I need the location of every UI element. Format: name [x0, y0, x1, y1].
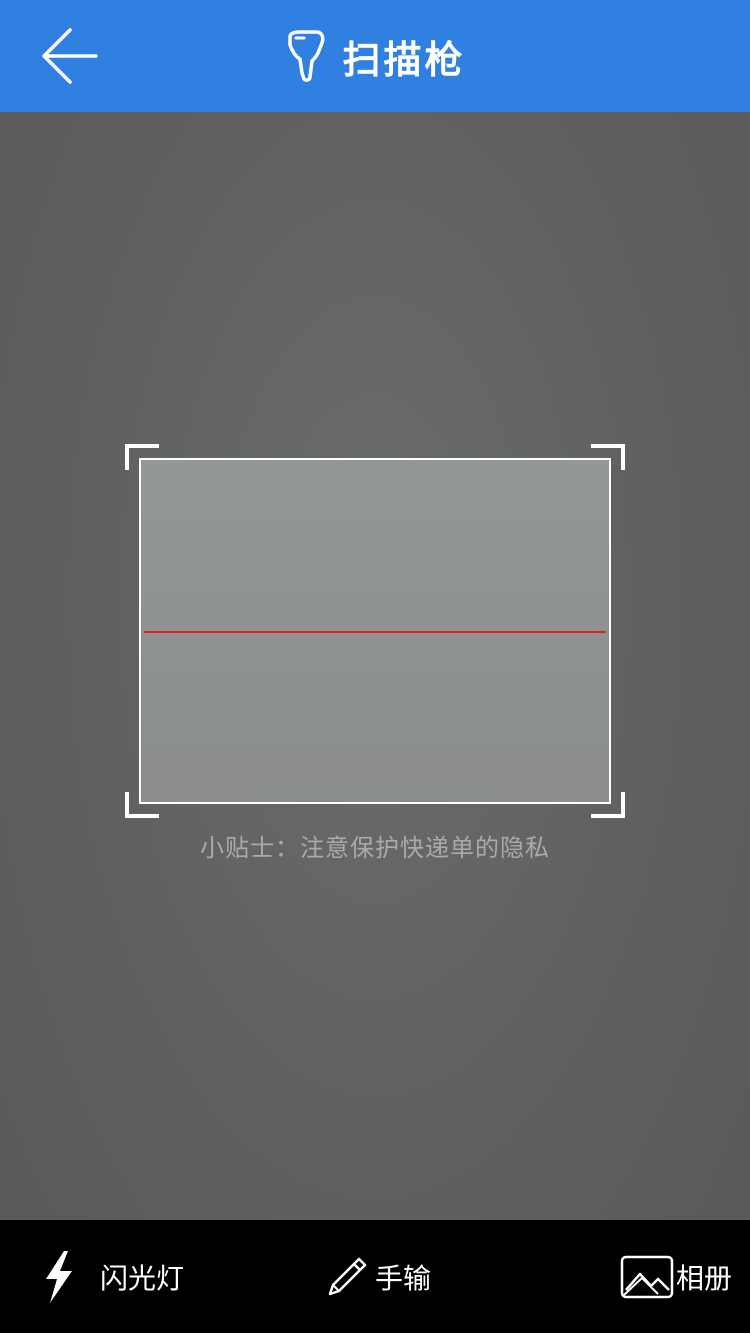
flash-button[interactable]: 闪光灯	[38, 1220, 184, 1333]
manual-label: 手输	[375, 1261, 432, 1295]
pencil-icon	[325, 1255, 369, 1299]
manual-input-button[interactable]: 手输	[325, 1220, 431, 1333]
back-button[interactable]	[30, 22, 106, 90]
scanner-screen: 扫描枪 小贴士：注意保护快递单的隐私 闪光灯 手输 相册	[0, 0, 750, 1333]
title-group: 扫描枪	[0, 0, 750, 112]
header-bar: 扫描枪	[0, 0, 750, 112]
lightning-icon	[38, 1249, 78, 1305]
scanner-gun-icon	[284, 29, 328, 83]
privacy-tip: 小贴士：注意保护快递单的隐私	[200, 834, 550, 862]
album-button[interactable]: 相册	[620, 1220, 732, 1333]
album-label: 相册	[676, 1261, 733, 1295]
flash-label: 闪光灯	[100, 1261, 185, 1295]
bottom-toolbar: 闪光灯 手输 相册	[0, 1220, 750, 1333]
page-title: 扫描枪	[342, 37, 466, 82]
scan-line	[144, 631, 606, 633]
image-icon	[620, 1254, 674, 1300]
scan-viewfinder	[139, 458, 611, 804]
arrow-left-icon	[42, 28, 98, 84]
